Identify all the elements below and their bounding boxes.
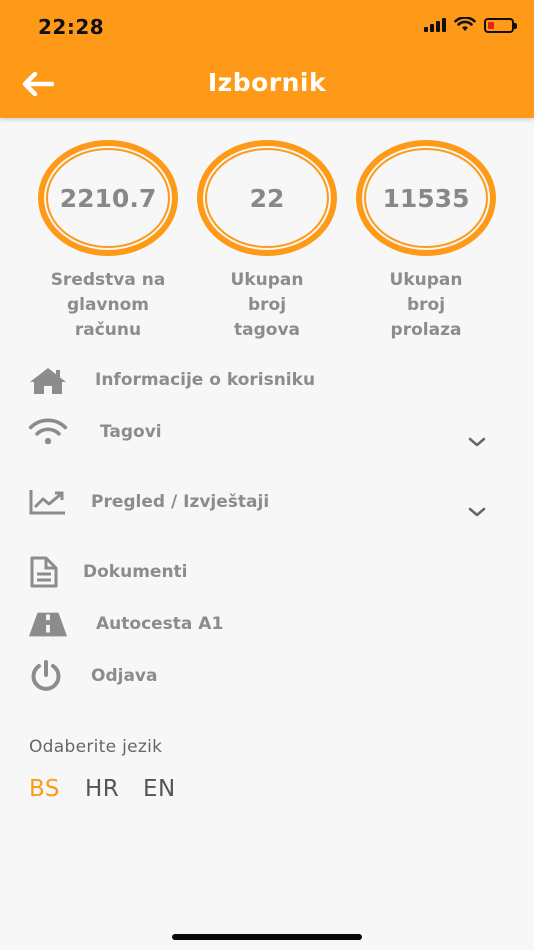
menu-item-tags[interactable]: Tagovi (0, 416, 534, 460)
menu-item-label: Pregled / Izvještaji (91, 492, 270, 512)
stat-label: Ukupan broj tagova (230, 270, 304, 340)
menu-item-label: Tagovi (100, 422, 162, 442)
menu-item-reports[interactable]: Pregled / Izvještaji (0, 486, 534, 530)
menu-item-logout[interactable]: Odjava (0, 660, 534, 704)
status-icons (424, 17, 517, 33)
menu-item-label: Dokumenti (83, 562, 188, 582)
stat-circle: 11535 (356, 140, 496, 256)
menu-item-label: Odjava (91, 666, 158, 686)
language-option-bs[interactable]: BS (29, 776, 60, 802)
menu-item-label: Informacije o korisniku (95, 370, 316, 390)
language-option-en[interactable]: EN (143, 776, 176, 802)
menu-item-documents[interactable]: Dokumenti (0, 556, 534, 600)
language-title: Odaberite jezik (29, 737, 163, 757)
stat-circle: 22 (197, 140, 337, 256)
stat-circle: 2210.7 (38, 140, 178, 256)
home-icon (28, 364, 68, 396)
menu-item-highway-a1[interactable]: Autocesta A1 (0, 608, 534, 652)
chevron-down-icon[interactable] (466, 435, 488, 449)
battery-icon (484, 17, 517, 33)
wifi-icon (28, 416, 68, 448)
page-title: Izbornik (207, 68, 327, 97)
chart-icon (28, 486, 68, 518)
cellular-signal-icon (424, 18, 446, 32)
language-option-hr[interactable]: HR (85, 776, 119, 802)
menu-item-user-info[interactable]: Informacije o korisniku (0, 364, 534, 408)
power-icon (28, 660, 68, 692)
home-indicator[interactable] (172, 934, 362, 940)
stat-label: Ukupan broj prolaza (389, 270, 463, 340)
app-header: 22:28 Izbornik (0, 0, 534, 118)
document-icon (28, 556, 68, 588)
wifi-status-icon (454, 17, 476, 31)
stat-label: Sredstva na glavnom računu (50, 270, 166, 340)
stat-value: 11535 (382, 183, 470, 213)
menu-item-label: Autocesta A1 (96, 614, 224, 634)
status-time: 22:28 (38, 15, 105, 39)
stat-value: 2210.7 (59, 183, 157, 213)
chevron-down-icon[interactable] (466, 505, 488, 519)
stat-value: 22 (249, 183, 285, 213)
road-icon (28, 608, 68, 640)
